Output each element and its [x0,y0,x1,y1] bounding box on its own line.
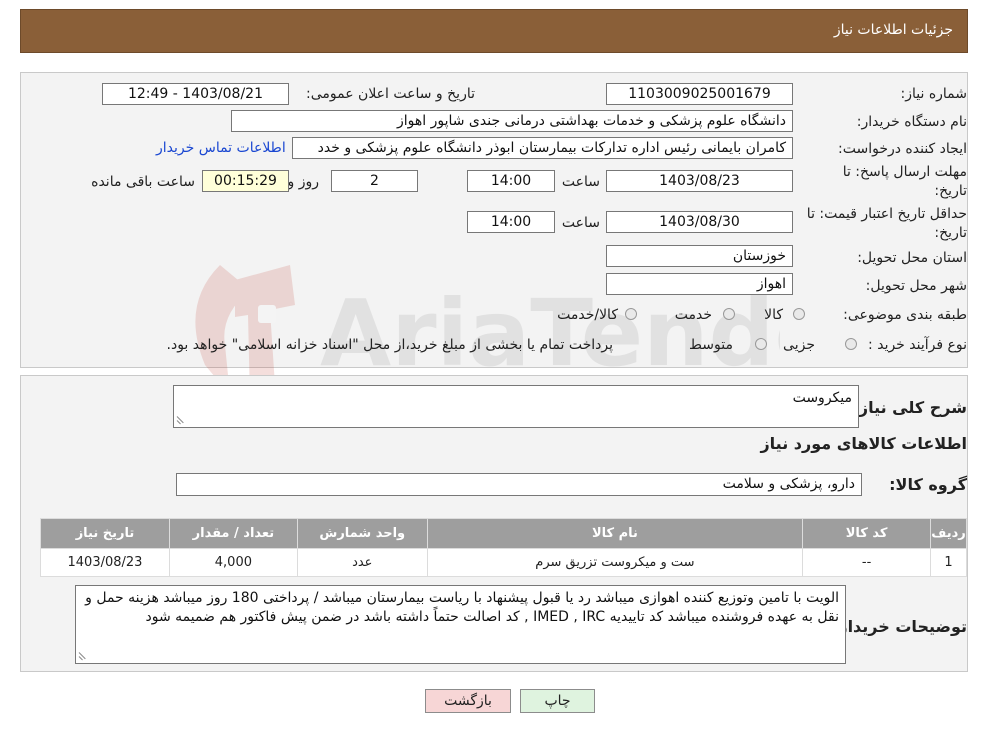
days-label: روز و [287,174,320,190]
category-service-radio[interactable] [723,308,735,320]
city-field: اهواز [606,273,793,295]
col-quantity: تعداد / مقدار [168,518,298,549]
deadline-time-field: 14:00 [467,170,555,192]
page-title: جزئیات اطلاعات نیاز [833,22,953,38]
buyer-notes-text: الویت با تامین وتوزیع کننده اهوازی میباش… [85,590,839,625]
cell-name: ست و میکروست تزریق سرم [426,548,804,577]
cell-code: -- [802,548,932,577]
items-table: ردیف کد کالا نام کالا واحد شمارش تعداد /… [40,518,967,577]
cell-unit: عدد [296,548,428,577]
buyer-org-field: دانشگاه علوم پزشکی و خدمات بهداشتی درمان… [231,110,793,132]
cell-date: 1403/08/23 [40,548,170,577]
goods-info-title: اطلاعات کالاهای مورد نیاز [760,434,967,453]
announce-label: تاریخ و ساعت اعلان عمومی: [306,86,475,102]
price-validity-label: حداقل تاریخ اعتبار قیمت: تا [806,206,967,222]
deadline-label: مهلت ارسال پاسخ: تا [842,164,967,180]
items-table-header: ردیف کد کالا نام کالا واحد شمارش تعداد /… [40,518,967,549]
process-minor-radio[interactable] [845,338,857,350]
category-goods-label: کالا [764,307,783,323]
back-button[interactable]: بازگشت [425,689,511,713]
price-validity-time-label: ساعت [561,215,600,231]
need-number-field: 1103009025001679 [606,83,793,105]
general-description-text: میکروست [792,390,852,406]
process-medium-radio[interactable] [755,338,767,350]
page-header: جزئیات اطلاعات نیاز [20,9,968,53]
city-label: شهر محل تحویل: [865,278,967,294]
category-label: طبقه بندی موضوعی: [843,307,967,323]
province-label: استان محل تحویل: [857,250,967,266]
goods-group-label: گروه کالا: [889,475,967,494]
creator-field: کامران بایمانی رئیس اداره تدارکات بیمارس… [292,137,793,159]
cell-quantity: 4,000 [168,548,298,577]
process-minor-label: جزیی [783,337,815,353]
process-medium-label: متوسط [689,337,733,353]
process-type-label: نوع فرآیند خرید : [868,337,967,353]
table-row: 1 -- ست و میکروست تزریق سرم عدد 4,000 14… [40,548,967,577]
category-goods-service-label: کالا/خدمت [557,307,618,323]
category-goods-service-radio[interactable] [625,308,637,320]
col-unit: واحد شمارش [296,518,428,549]
price-validity-label-date: تاریخ: [934,225,967,241]
category-goods-radio[interactable] [793,308,805,320]
treasury-payment-note: پرداخت تمام یا بخشی از مبلغ خرید،از محل … [166,337,613,353]
cell-row: 1 [930,548,967,577]
price-validity-time-field: 14:00 [467,211,555,233]
print-button[interactable]: چاپ [520,689,595,713]
col-name: نام کالا [426,518,804,549]
general-description-field[interactable]: میکروست [173,385,859,428]
deadline-date-field: 1403/08/23 [606,170,793,192]
resize-grip-icon[interactable] [78,652,87,661]
remaining-time-field: 00:15:29 [202,170,289,192]
creator-label: ایجاد کننده درخواست: [838,141,967,157]
deadline-label-date: تاریخ: [934,183,967,199]
goods-group-field: دارو، پزشکی و سلامت [176,473,862,496]
col-date: تاریخ نیاز [40,518,170,549]
col-code: کد کالا [802,518,932,549]
need-number-label: شماره نیاز: [900,86,968,102]
category-service-label: خدمت [674,307,712,323]
province-field: خوزستان [606,245,793,267]
buyer-org-label: نام دستگاه خریدار: [856,114,967,130]
days-remaining-field: 2 [331,170,418,192]
deadline-time-label: ساعت [561,174,600,190]
announce-datetime-field: 1403/08/21 - 12:49 [102,83,289,105]
svg-text:AriaTender.neT: AriaTender.neT [320,280,780,387]
col-row: ردیف [930,518,967,549]
remaining-time-label: ساعت باقی مانده [91,174,195,190]
buyer-notes-field[interactable]: الویت با تامین وتوزیع کننده اهوازی میباش… [75,585,846,664]
buyer-notes-label: توضیحات خریدار: [831,617,967,636]
resize-grip-icon[interactable] [176,416,185,425]
price-validity-date-field: 1403/08/30 [606,211,793,233]
general-description-label: شرح کلی نیاز: [852,398,967,417]
buyer-contact-link[interactable]: اطلاعات تماس خریدار [156,140,286,156]
